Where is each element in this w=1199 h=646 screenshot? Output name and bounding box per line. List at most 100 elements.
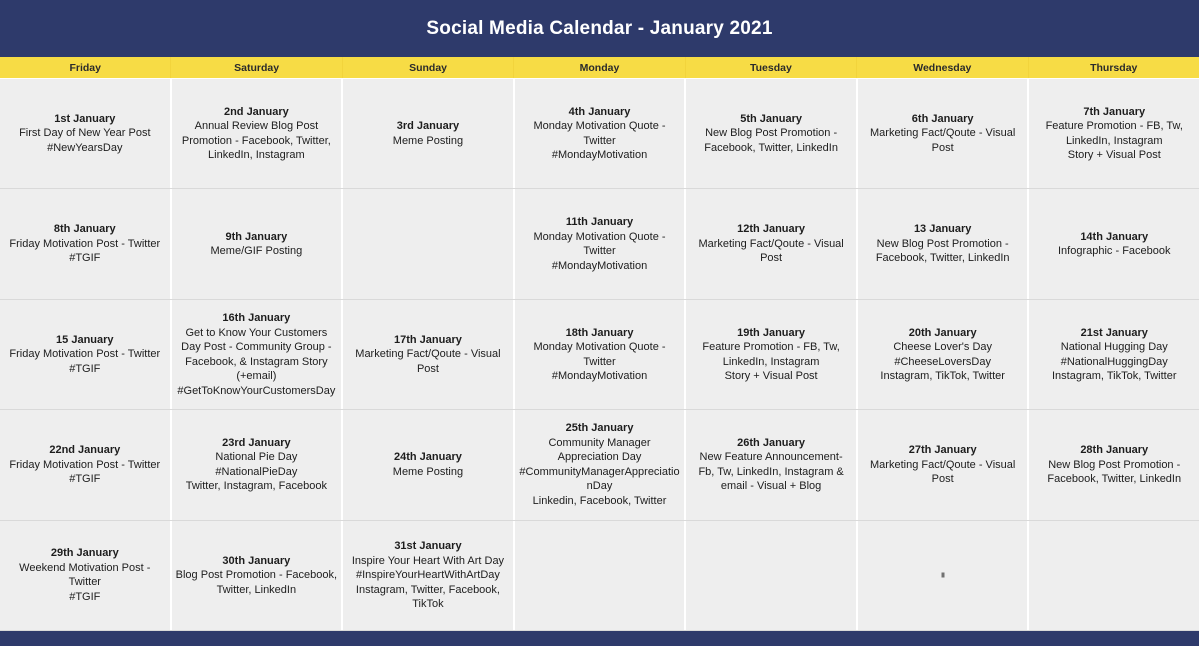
day-content-line: #NewYearsDay [47,141,123,154]
calendar-day-cell-empty[interactable] [343,189,515,299]
weekday-label: Sunday [409,61,448,74]
calendar-week-row: 1st January First Day of New Year Post #Ne… [0,79,1199,190]
weekday-header-sunday: Sunday [342,57,515,78]
calendar-day-cell[interactable]: 11th January Monday Motivation Quote - Tw… [514,189,687,299]
day-content-line: Meme/GIF Posting [210,245,303,258]
calendar-day-cell[interactable]: 28th January New Blog Post Promotion - Fa… [1029,410,1199,520]
weekday-header-wednesday: Wednesday [857,57,1029,78]
day-content: Weekend Motivation Post - Twitter #TGIF [4,561,166,605]
day-date-label: 25th January [565,422,634,435]
calendar-day-cell[interactable]: 24th January Meme Posting [343,410,515,520]
day-content: Infographic - Facebook [1033,244,1195,259]
day-date-label: 29th January [50,547,119,560]
weekday-label: Friday [69,61,101,74]
day-content-line: Instagram, TikTok, Twitter [880,370,1005,383]
day-content-line: #TGIF [69,252,101,265]
day-content-line: Monday Motivation Quote - Twitter [533,230,666,258]
day-content: Marketing Fact/Qoute - Visual Post [690,237,852,266]
calendar-day-cell[interactable]: 20th January Cheese Lover's Day #CheeseLov… [857,299,1030,410]
calendar-day-cell-empty[interactable] [514,520,687,631]
calendar-day-cell[interactable]: 18th January Monday Motivation Quote - Tw… [514,299,687,410]
calendar-day-cell[interactable]: 5th January New Blog Post Promotion - Fac… [686,79,858,189]
weekday-header-monday: Monday [514,57,686,78]
day-content: New Feature Announcement- Fb, Tw, Linked… [690,450,852,494]
day-content-line: #InspireYourHeartWithArtDay [356,569,500,582]
day-content: Monday Motivation Quote - Twitter #Monday… [519,340,681,384]
day-content-line: Instagram, Twitter, Facebook, TikTok [355,583,500,611]
day-date-label: 2nd January [223,105,289,118]
day-date-label: 3rd January [396,120,460,133]
day-date-label: 15 January [56,333,114,346]
day-content-line: Community Manager Appreciation Day [548,436,651,464]
day-content: Inspire Your Heart With Art Day #InspireY… [347,554,509,612]
day-date-label: 5th January [740,112,802,125]
day-date-label: 18th January [565,326,634,339]
day-content-line: #CheeseLoversDay [894,355,991,368]
day-content-line: Linkedin, Facebook, Twitter [532,494,667,507]
day-content-line: Marketing Fact/Qoute - Visual Post [698,237,844,265]
calendar-day-cell[interactable]: 26th January New Feature Announcement- Fb… [686,410,858,520]
day-content: Meme Posting [347,465,509,480]
calendar-day-cell[interactable]: 16th January Get to Know Your Customers D… [171,299,344,410]
calendar-day-cell[interactable]: 30th January Blog Post Promotion - Facebo… [171,520,344,631]
day-content-line: Marketing Fact/Qoute - Visual Post [870,127,1016,154]
weekday-label: Thursday [1090,61,1138,74]
day-date-label: 6th January [911,112,974,125]
day-date-label: 7th January [1083,105,1146,118]
day-content-line: Feature Promotion - FB, Tw, LinkedIn, In… [1045,120,1183,147]
day-date-label: 31st January [394,540,462,553]
day-content-line: #TGIF [69,362,101,375]
calendar-day-cell[interactable]: 1st January First Day of New Year Post #Ne… [0,79,172,189]
weekday-header-tuesday: Tuesday [685,57,858,78]
day-content: Community Manager Appreciation Day #Commu… [519,436,681,509]
day-content-line: National Pie Day [215,451,298,464]
calendar-day-cell[interactable]: 27th January Marketing Fact/Qoute - Visua… [857,410,1030,520]
weekday-label: Saturday [234,61,280,74]
day-content-line: #NationalPieDay [215,465,298,478]
calendar-week-row: 22nd January Friday Motivation Post - Twi… [0,410,1199,521]
calendar-day-cell[interactable]: 29th January Weekend Motivation Post - Tw… [0,520,172,631]
day-content: Cheese Lover's Day #CheeseLoversDay Instag… [862,340,1024,384]
calendar-day-cell[interactable]: 4th January Monday Motivation Quote - Twi… [514,79,687,189]
day-content: First Day of New Year Post #NewYearsDay [4,126,166,155]
day-content-line: Inspire Your Heart With Art Day [351,554,505,567]
day-content-line: New Feature Announcement- Fb, Tw, Linked… [698,451,844,493]
day-content-line: #GetToKnowYourCustomersDay [177,384,336,397]
day-content-line: #NationalHuggingDay [1060,355,1168,368]
calendar-day-cell[interactable]: 2nd January Annual Review Blog Post Promo… [171,79,344,189]
day-content: Get to Know Your Customers Day Post - Co… [176,326,338,399]
calendar-day-cell[interactable]: 31st January Inspire Your Heart With Art … [343,520,515,631]
day-content-line: Meme Posting [392,465,464,478]
day-content-line: Feature Promotion - FB, Tw, LinkedIn, In… [702,341,840,368]
day-content: Friday Motivation Post - Twitter #TGIF [4,458,166,487]
calendar-day-cell[interactable]: 7th January Feature Promotion - FB, Tw, L… [1029,79,1199,189]
day-content-line: First Day of New Year Post [19,127,151,140]
weekday-label: Wednesday [913,61,972,74]
calendar-day-cell[interactable]: 3rd January Meme Posting [343,79,515,189]
calendar-day-cell[interactable]: 17th January Marketing Fact/Qoute - Visua… [343,299,515,410]
calendar-day-cell[interactable]: 12th January Marketing Fact/Qoute - Visua… [686,189,858,299]
calendar-day-cell[interactable]: 9th January Meme/GIF Posting [171,189,344,299]
calendar-day-cell[interactable]: 14th January Infographic - Facebook [1029,189,1199,299]
day-content: Annual Review Blog Post Promotion - Face… [176,119,338,163]
calendar-day-cell[interactable]: 8th January Friday Motivation Post - Twit… [0,189,172,299]
day-content: Friday Motivation Post - Twitter #TGIF [4,347,166,376]
day-content-line: Twitter, Instagram, Facebook [185,480,327,493]
day-content: New Blog Post Promotion - Facebook, Twit… [1033,458,1195,487]
day-content: Monday Motivation Quote - Twitter #Monday… [519,230,681,274]
calendar-day-cell[interactable]: 25th January Community Manager Appreciati… [514,410,687,520]
calendar-day-cell[interactable]: 15 January Friday Motivation Post - Twitt… [0,299,172,410]
calendar-day-cell-empty[interactable] [857,520,1030,631]
calendar-day-cell[interactable]: 13 January New Blog Post Promotion - Face… [857,189,1030,299]
day-content: Meme Posting [347,134,509,149]
calendar-day-cell[interactable]: 19th January Feature Promotion - FB, Tw, … [686,299,858,410]
calendar-day-cell[interactable]: 22nd January Friday Motivation Post - Twi… [0,410,172,520]
day-date-label: 27th January [908,444,977,457]
calendar-day-cell-empty[interactable] [686,520,858,631]
weekday-label: Monday [579,61,620,74]
calendar-day-cell-empty[interactable] [1029,520,1199,631]
calendar-day-cell[interactable]: 21st January National Hugging Day #Nationa… [1029,299,1199,410]
calendar-day-cell[interactable]: 6th January Marketing Fact/Qoute - Visual… [857,79,1030,189]
day-date-label: 1st January [54,112,116,125]
calendar-day-cell[interactable]: 23rd January National Pie Day #NationalPie… [171,410,344,520]
